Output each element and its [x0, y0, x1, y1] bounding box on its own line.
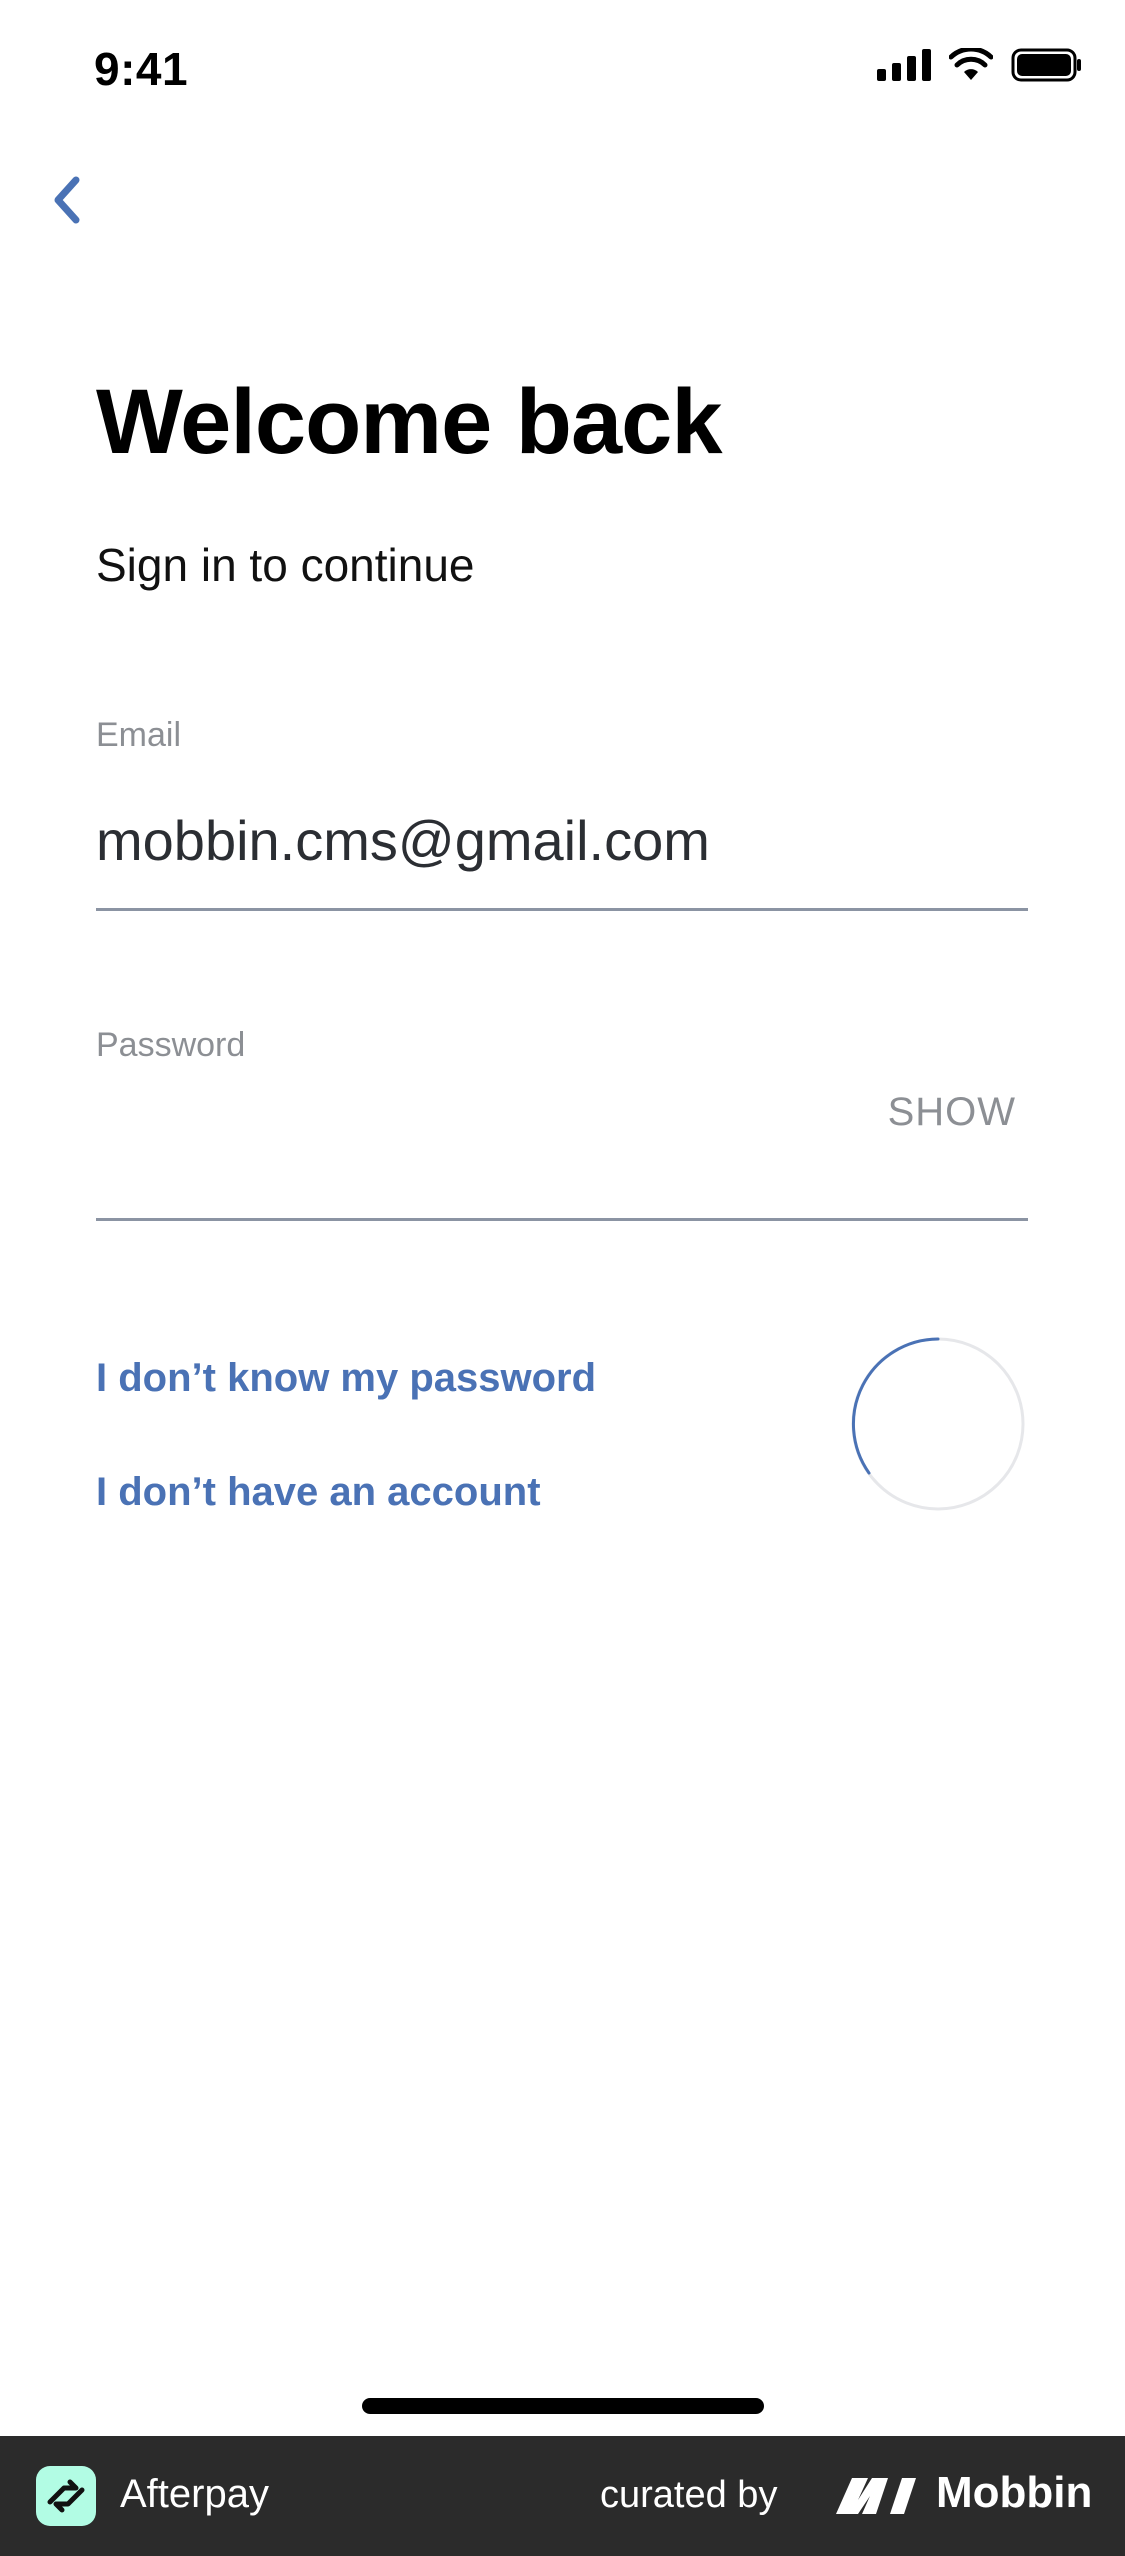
loading-spinner-icon: [851, 1337, 1025, 1511]
forgot-password-link[interactable]: I don’t know my password: [96, 1356, 596, 1401]
show-password-button[interactable]: SHOW: [888, 1090, 1016, 1135]
afterpay-logo-icon: [36, 2466, 96, 2526]
mobbin-logo-icon: [836, 2478, 916, 2514]
back-button[interactable]: [42, 168, 90, 232]
email-label: Email: [96, 716, 182, 754]
password-field: Password SHOW: [96, 1026, 1028, 1221]
curated-by-label: curated by: [600, 2474, 778, 2516]
status-icons: [877, 48, 1083, 82]
sign-in-screen: 9:41 Welcome back Sign in to continue Em…: [0, 0, 1125, 2556]
password-label: Password: [96, 1026, 246, 1064]
home-indicator: [362, 2398, 764, 2414]
chevron-left-icon: [54, 176, 80, 224]
no-account-link[interactable]: I don’t have an account: [96, 1470, 541, 1515]
page-title: Welcome back: [96, 371, 722, 473]
wifi-icon: [949, 48, 993, 80]
curator-name: Mobbin: [936, 2468, 1093, 2517]
email-field: Email: [96, 716, 1028, 911]
password-input[interactable]: [96, 1118, 876, 1183]
cellular-signal-icon: [877, 49, 931, 81]
status-time: 9:41: [94, 43, 189, 95]
page-subtitle: Sign in to continue: [96, 539, 475, 591]
battery-icon: [1011, 48, 1081, 82]
attribution-footer: Afterpay curated by Mobbin: [0, 2436, 1125, 2556]
app-name: Afterpay: [120, 2472, 269, 2516]
email-input[interactable]: [96, 808, 1028, 873]
